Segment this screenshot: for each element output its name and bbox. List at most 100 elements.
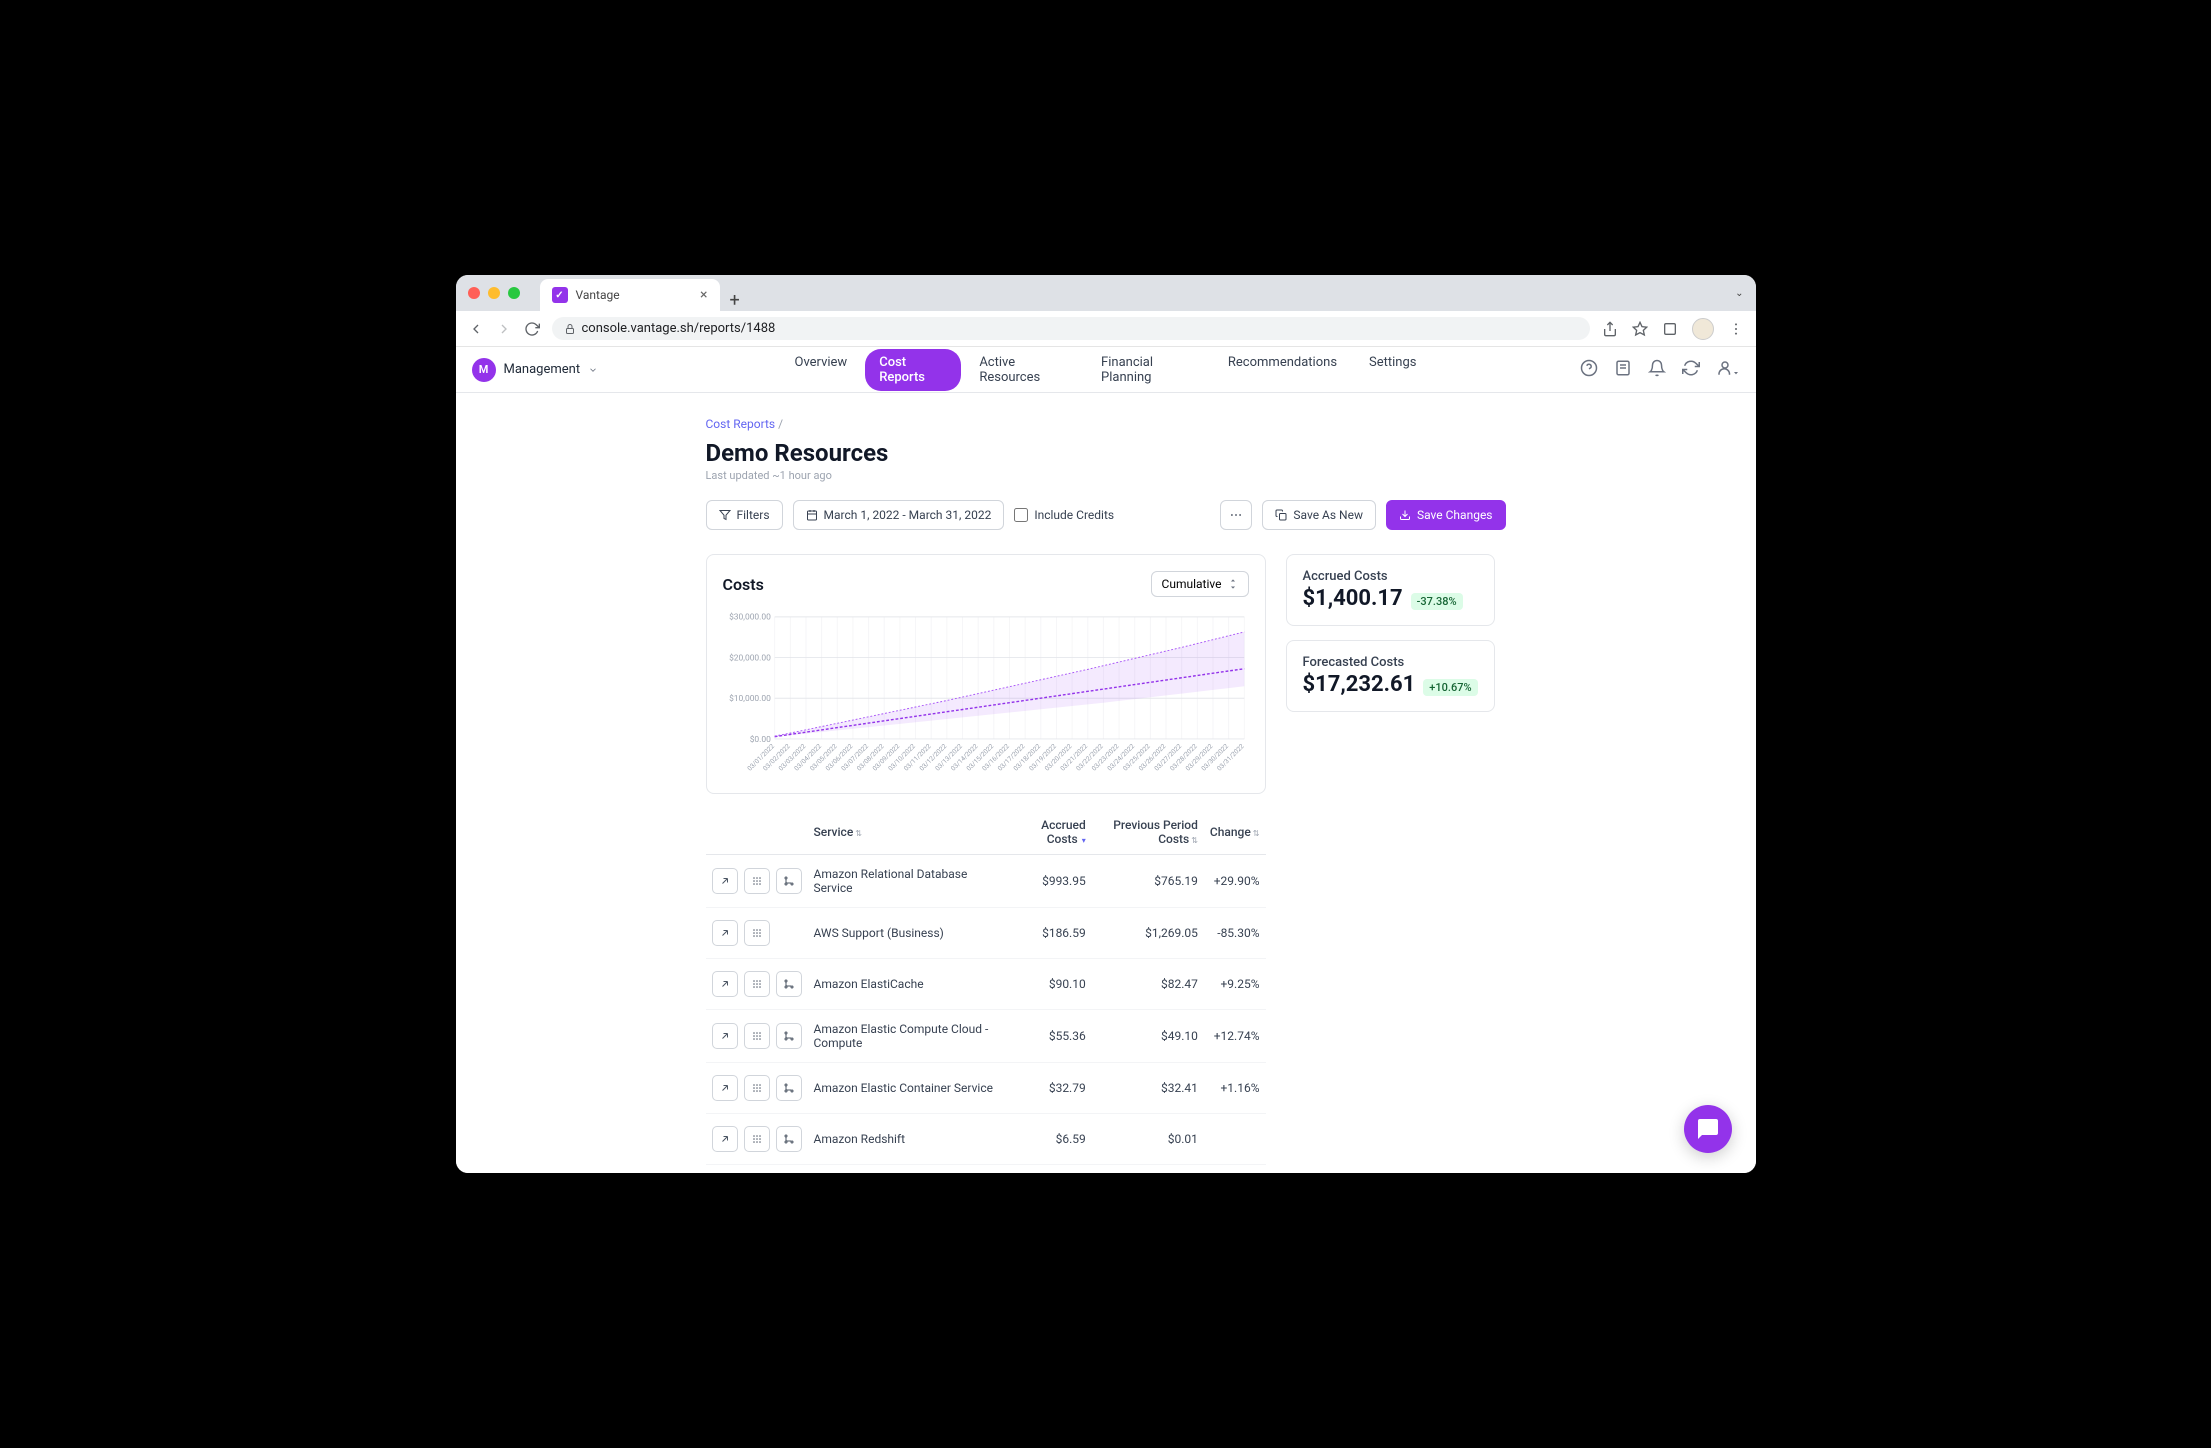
window-close[interactable] <box>468 287 480 299</box>
table-row: Amazon Relational Database Service$993.9… <box>706 855 1266 908</box>
save-changes-button[interactable]: Save Changes <box>1386 500 1506 530</box>
open-report-icon[interactable] <box>712 1075 738 1101</box>
nav-item-cost-reports[interactable]: Cost Reports <box>865 349 961 391</box>
breadcrumb: Cost Reports / <box>706 417 1506 431</box>
profile-avatar[interactable] <box>1692 318 1714 340</box>
hierarchy-icon[interactable] <box>776 1075 802 1101</box>
chrome-menu-icon[interactable] <box>1728 321 1744 337</box>
chevron-down-icon <box>588 365 598 375</box>
hierarchy-icon[interactable] <box>776 1126 802 1152</box>
costs-card-title: Costs <box>723 575 764 594</box>
resources-icon[interactable] <box>744 1126 770 1152</box>
col-change[interactable]: Change⇅ <box>1204 810 1266 855</box>
change-cell: +1.35% <box>1204 1165 1266 1174</box>
back-icon[interactable] <box>468 321 484 337</box>
col-service[interactable]: Service⇅ <box>808 810 1009 855</box>
table-row: AWS Cost Explorer$6.02$5.94+1.35% <box>706 1165 1266 1174</box>
tab-title: Vantage <box>576 288 620 302</box>
date-range-button[interactable]: March 1, 2022 - March 31, 2022 <box>793 500 1005 530</box>
window-maximize[interactable] <box>508 287 520 299</box>
nav-item-active-resources[interactable]: Active Resources <box>965 349 1083 391</box>
notifications-icon[interactable] <box>1648 359 1666 381</box>
accrued-costs-card: Accrued Costs $1,400.17 -37.38% <box>1286 554 1495 626</box>
resources-icon[interactable] <box>744 868 770 894</box>
accrued-change-badge: -37.38% <box>1411 593 1463 610</box>
hierarchy-icon[interactable] <box>776 1023 802 1049</box>
hierarchy-icon[interactable] <box>776 971 802 997</box>
content: Cost Reports / Demo Resources Last updat… <box>456 393 1756 1173</box>
hierarchy-icon[interactable] <box>776 868 802 894</box>
include-credits-input[interactable] <box>1014 508 1028 522</box>
resources-icon[interactable] <box>744 1075 770 1101</box>
nav-item-financial-planning[interactable]: Financial Planning <box>1087 349 1210 391</box>
open-report-icon[interactable] <box>712 868 738 894</box>
extension-icon[interactable] <box>1662 321 1678 337</box>
table-row: Amazon Elastic Container Service$32.79$3… <box>706 1063 1266 1114</box>
change-cell: +29.90% <box>1204 855 1266 908</box>
workspace-switcher[interactable]: M Management <box>472 358 599 382</box>
chrome-tab-strip: ✓ Vantage × + ⌄ <box>456 275 1756 311</box>
open-report-icon[interactable] <box>712 920 738 946</box>
svg-text:$20,000.00: $20,000.00 <box>729 652 771 663</box>
share-icon[interactable] <box>1602 321 1618 337</box>
accrued-cell: $6.59 <box>1008 1114 1091 1165</box>
select-caret-icon <box>1228 579 1238 589</box>
chart-mode-select[interactable]: Cumulative <box>1151 571 1249 597</box>
nav-item-settings[interactable]: Settings <box>1355 349 1430 391</box>
reload-icon[interactable] <box>524 321 540 337</box>
tabs-menu-icon[interactable]: ⌄ <box>1735 288 1743 299</box>
sync-icon[interactable] <box>1682 359 1700 381</box>
browser-tab[interactable]: ✓ Vantage × <box>540 279 720 311</box>
col-accrued[interactable]: Accrued Costs ▾ <box>1008 810 1091 855</box>
filters-button[interactable]: Filters <box>706 500 783 530</box>
resources-icon[interactable] <box>744 920 770 946</box>
include-credits-checkbox[interactable]: Include Credits <box>1014 508 1114 522</box>
prev-cell: $1,269.05 <box>1092 908 1204 959</box>
close-tab-icon[interactable]: × <box>700 287 707 303</box>
url-field[interactable]: console.vantage.sh/reports/1488 <box>552 317 1590 340</box>
url-text: console.vantage.sh/reports/1488 <box>582 321 776 336</box>
resources-icon[interactable] <box>744 1023 770 1049</box>
prev-cell: $0.01 <box>1092 1114 1204 1165</box>
accrued-cell: $55.36 <box>1008 1010 1091 1063</box>
svg-text:$10,000.00: $10,000.00 <box>729 693 771 704</box>
open-report-icon[interactable] <box>712 1126 738 1152</box>
forecast-value: $17,232.61 <box>1303 672 1416 697</box>
chat-widget[interactable] <box>1684 1105 1732 1153</box>
bookmark-icon[interactable] <box>1632 321 1648 337</box>
forward-icon[interactable] <box>496 321 512 337</box>
user-menu[interactable] <box>1716 359 1740 381</box>
services-table: Service⇅ Accrued Costs ▾ Previous Period… <box>706 810 1266 1173</box>
resources-icon[interactable] <box>744 971 770 997</box>
workspace-badge: M <box>472 358 496 382</box>
changelog-icon[interactable] <box>1614 359 1632 381</box>
costs-card: Costs Cumulative $0.00$10,000.00$20,000.… <box>706 554 1266 794</box>
open-report-icon[interactable] <box>712 1023 738 1049</box>
more-actions-button[interactable] <box>1220 500 1252 530</box>
prev-cell: $765.19 <box>1092 855 1204 908</box>
accrued-cell: $186.59 <box>1008 908 1091 959</box>
nav-item-overview[interactable]: Overview <box>781 349 862 391</box>
window-minimize[interactable] <box>488 287 500 299</box>
col-prev[interactable]: Previous Period Costs⇅ <box>1092 810 1204 855</box>
save-as-new-button[interactable]: Save As New <box>1262 500 1376 530</box>
change-cell: +9.25% <box>1204 959 1266 1010</box>
table-row: Amazon Redshift$6.59$0.01 <box>706 1114 1266 1165</box>
chat-icon <box>1696 1117 1720 1141</box>
nav-item-recommendations[interactable]: Recommendations <box>1214 349 1351 391</box>
costs-chart[interactable]: $0.00$10,000.00$20,000.00$30,000.0003/01… <box>723 607 1249 777</box>
last-updated: Last updated ~1 hour ago <box>706 469 1506 482</box>
save-icon <box>1399 509 1411 521</box>
help-icon[interactable] <box>1580 359 1598 381</box>
copy-icon <box>1275 509 1287 521</box>
breadcrumb-sep: / <box>778 417 783 431</box>
browser-window: ✓ Vantage × + ⌄ console.vantage.sh/repor… <box>456 275 1756 1173</box>
new-tab-button[interactable]: + <box>720 290 750 311</box>
change-cell: +1.16% <box>1204 1063 1266 1114</box>
toolbar: Filters March 1, 2022 - March 31, 2022 I… <box>706 500 1506 530</box>
prev-cell: $82.47 <box>1092 959 1204 1010</box>
open-report-icon[interactable] <box>712 971 738 997</box>
service-cell: Amazon Redshift <box>808 1114 1009 1165</box>
accrued-label: Accrued Costs <box>1303 569 1478 584</box>
breadcrumb-parent[interactable]: Cost Reports <box>706 417 776 431</box>
